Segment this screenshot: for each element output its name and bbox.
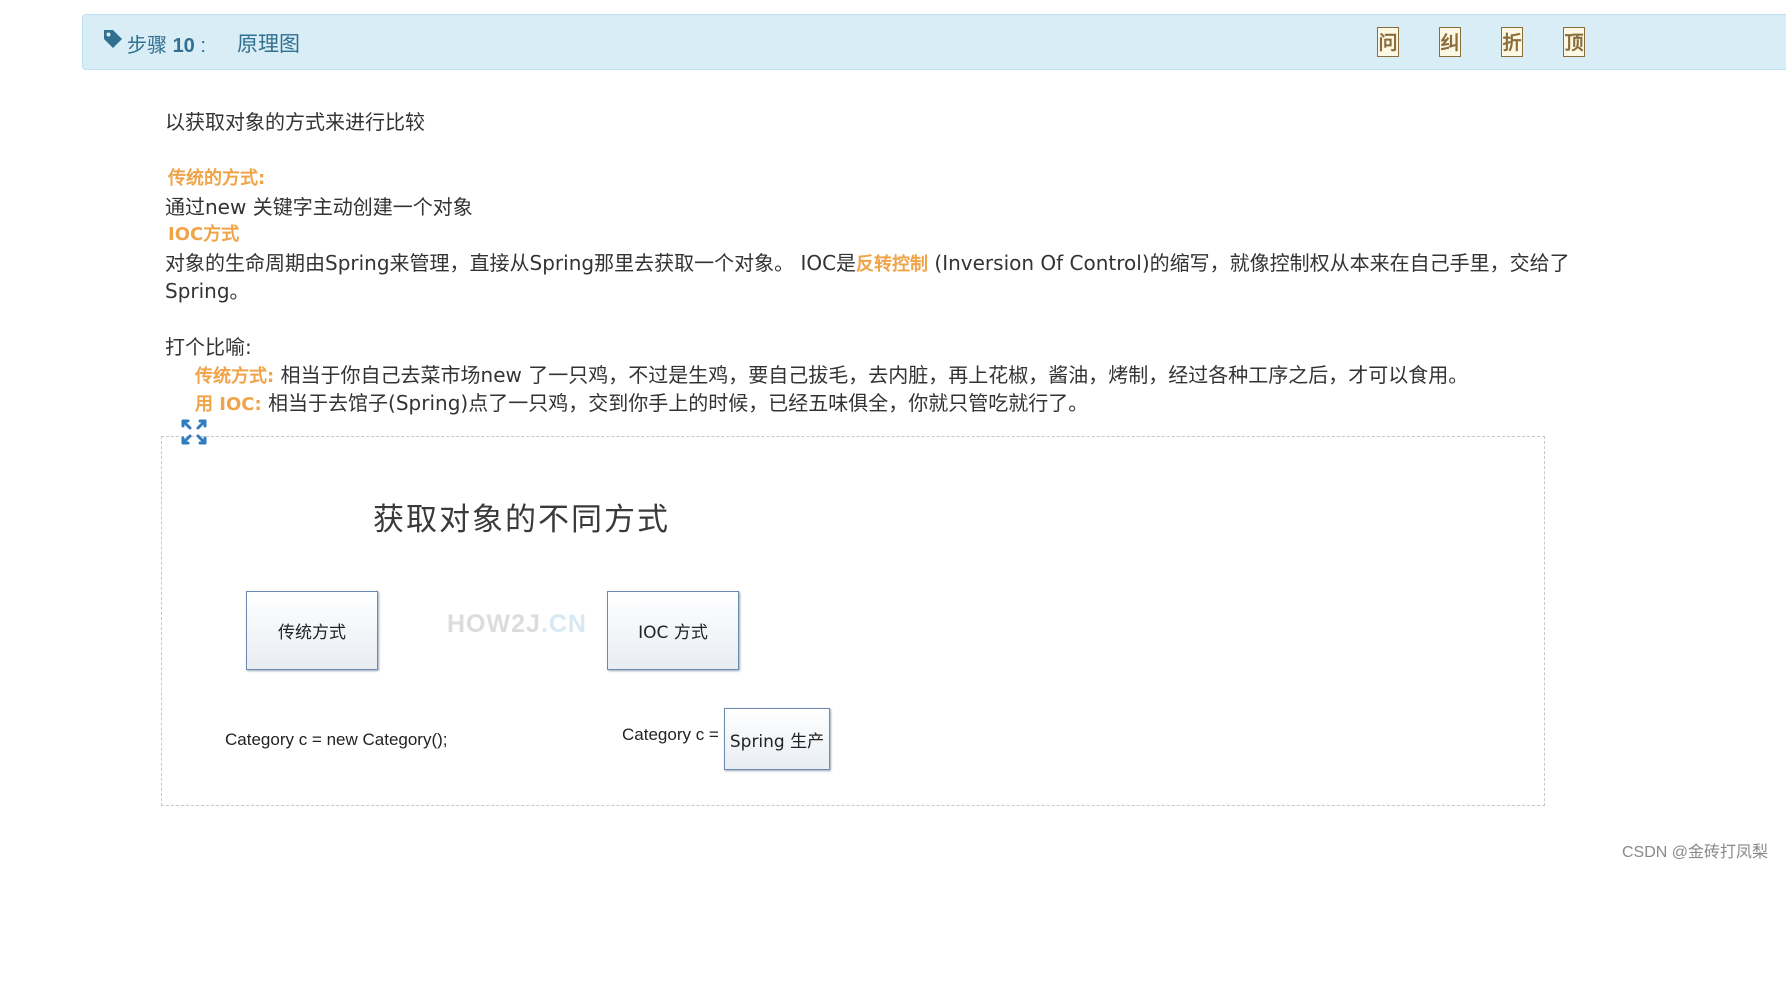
traditional-heading: 传统的方式: (168, 168, 266, 189)
ioc-highlight: 反转控制 (856, 254, 929, 275)
step-title: 原理图 (237, 32, 300, 56)
ask-button[interactable]: 问 (1377, 27, 1399, 57)
traditional-code: Category c = new Category(); (225, 730, 448, 749)
tag-icon (104, 30, 122, 48)
analogy-heading: 打个比喻: (165, 335, 252, 359)
watermark-suffix: .CN (540, 610, 587, 638)
top-button[interactable]: 顶 (1563, 27, 1585, 57)
traditional-node: 传统方式 (246, 591, 378, 670)
collapse-button[interactable]: 折 (1501, 27, 1523, 57)
watermark: HOW2J.CN (447, 610, 587, 639)
csdn-watermark: CSDN @金砖打凤梨 (1621, 844, 1768, 861)
step-label: 步骤 10 : (127, 29, 206, 58)
diagram-title: 获取对象的不同方式 (373, 502, 670, 538)
analogy-ioc: 用 IOC: 相当于去馆子(Spring)点了一只鸡，交到你手上的时候，已经五味… (195, 387, 1088, 416)
ioc-desc-line2: Spring。 (165, 279, 250, 303)
ioc-desc-part1: 对象的生命周期由Spring来管理，直接从Spring那里去获取一个对象。 IO… (165, 251, 857, 275)
intro-text: 以获取对象的方式来进行比较 (165, 110, 425, 134)
spring-node: Spring 生产 (724, 708, 830, 770)
analogy-ioc-label: 用 IOC: (195, 394, 262, 415)
ioc-desc-part2: (Inversion Of Control)的缩写，就像控制权从本来在自己手里，… (928, 251, 1570, 275)
analogy-trad-label: 传统方式: (195, 366, 275, 387)
analogy-ioc-text: 相当于去馆子(Spring)点了一只鸡，交到你手上的时候，已经五味俱全，你就只管… (261, 391, 1089, 415)
correct-button[interactable]: 纠 (1439, 27, 1461, 57)
step-number: 10 (172, 35, 195, 57)
ioc-heading: IOC方式 (168, 224, 240, 245)
analogy-trad-text: 相当于你自己去菜市场new 了一只鸡，不过是生鸡，要自己拔毛，去内脏，再上花椒，… (274, 363, 1469, 387)
expand-icon[interactable] (180, 418, 208, 446)
watermark-main: HOW2J (447, 610, 541, 638)
traditional-desc: 通过new 关键字主动创建一个对象 (165, 195, 473, 219)
step-prefix: 步骤 (127, 35, 167, 57)
step-header: 步骤 10 : 原理图 问 纠 折 顶 (82, 14, 1786, 70)
analogy-traditional: 传统方式: 相当于你自己去菜市场new 了一只鸡，不过是生鸡，要自己拔毛，去内脏… (195, 359, 1468, 388)
ioc-desc-line1: 对象的生命周期由Spring来管理，直接从Spring那里去获取一个对象。 IO… (165, 247, 1570, 276)
ioc-node: IOC 方式 (607, 591, 739, 670)
step-colon: : (200, 35, 206, 57)
ioc-code-prefix: Category c = (622, 725, 719, 744)
